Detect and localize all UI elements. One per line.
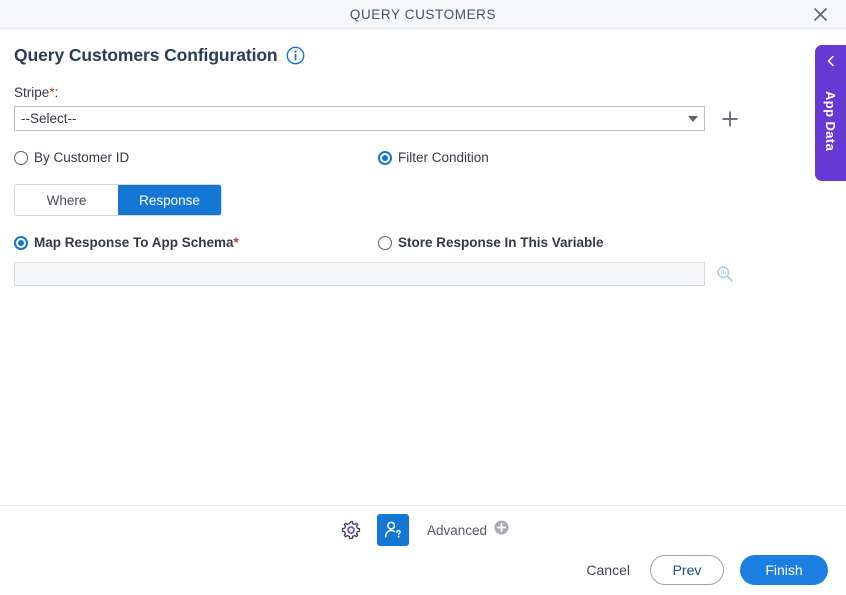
query-mode-radio-group: By Customer ID Filter Condition <box>14 150 832 165</box>
radio-by-customer-id[interactable]: By Customer ID <box>14 150 378 165</box>
gear-icon[interactable] <box>337 516 365 544</box>
cancel-button[interactable]: Cancel <box>582 556 634 584</box>
dialog-titlebar: QUERY CUSTOMERS <box>0 0 846 29</box>
prev-button[interactable]: Prev <box>650 555 724 585</box>
page-title: Query Customers Configuration <box>14 45 278 65</box>
schema-input-row <box>14 262 832 286</box>
page-title-row: Query Customers Configuration <box>14 45 832 66</box>
radio-filter-condition-indicator <box>378 150 392 165</box>
tab-response[interactable]: Response <box>118 185 221 215</box>
advanced-label: Advanced <box>426 522 488 538</box>
tab-where[interactable]: Where <box>15 185 118 215</box>
stripe-label-text: Stripe <box>14 85 50 100</box>
plus-circle-icon[interactable] <box>494 520 509 540</box>
dialog-actions: Cancel Prev Finish <box>582 555 828 585</box>
search-icon[interactable] <box>715 264 735 284</box>
radio-store-response-label: Store Response In This Variable <box>398 235 604 250</box>
query-customers-dialog: QUERY CUSTOMERS App Data Query Customers… <box>0 0 846 595</box>
stripe-label-colon: : <box>54 85 59 100</box>
radio-by-customer-id-label: By Customer ID <box>34 150 130 165</box>
stripe-select-row: --Select-- <box>14 106 832 131</box>
map-response-required-marker: * <box>233 235 239 250</box>
schema-input[interactable] <box>14 262 705 286</box>
chevron-down-icon <box>688 115 698 122</box>
finish-button[interactable]: Finish <box>740 555 828 585</box>
close-icon[interactable] <box>802 0 838 29</box>
where-response-tabs: Where Response <box>14 184 222 216</box>
radio-filter-condition[interactable]: Filter Condition <box>378 150 489 165</box>
radio-store-response-indicator <box>378 235 392 250</box>
radio-filter-condition-label: Filter Condition <box>398 150 489 165</box>
user-question-icon[interactable] <box>376 514 409 546</box>
radio-map-response-label: Map Response To App Schema* <box>34 235 239 250</box>
stripe-label: Stripe*: <box>14 85 832 100</box>
bottom-toolbar: Advanced <box>0 506 846 554</box>
plus-icon[interactable] <box>720 109 740 129</box>
radio-by-customer-id-indicator <box>14 150 28 165</box>
dialog-title: QUERY CUSTOMERS <box>349 6 497 22</box>
stripe-selected-value: --Select-- <box>21 111 77 126</box>
radio-map-response-indicator <box>14 235 28 250</box>
response-target-radio-group: Map Response To App Schema* Store Respon… <box>14 235 832 250</box>
advanced-toggle[interactable]: Advanced <box>427 520 509 540</box>
info-circle-icon[interactable] <box>286 46 305 65</box>
radio-map-response-to-app-schema[interactable]: Map Response To App Schema* <box>14 235 378 250</box>
dialog-content: Query Customers Configuration Stripe*: -… <box>0 29 846 505</box>
stripe-select[interactable]: --Select-- <box>14 106 705 131</box>
radio-store-response-in-variable[interactable]: Store Response In This Variable <box>378 235 604 250</box>
